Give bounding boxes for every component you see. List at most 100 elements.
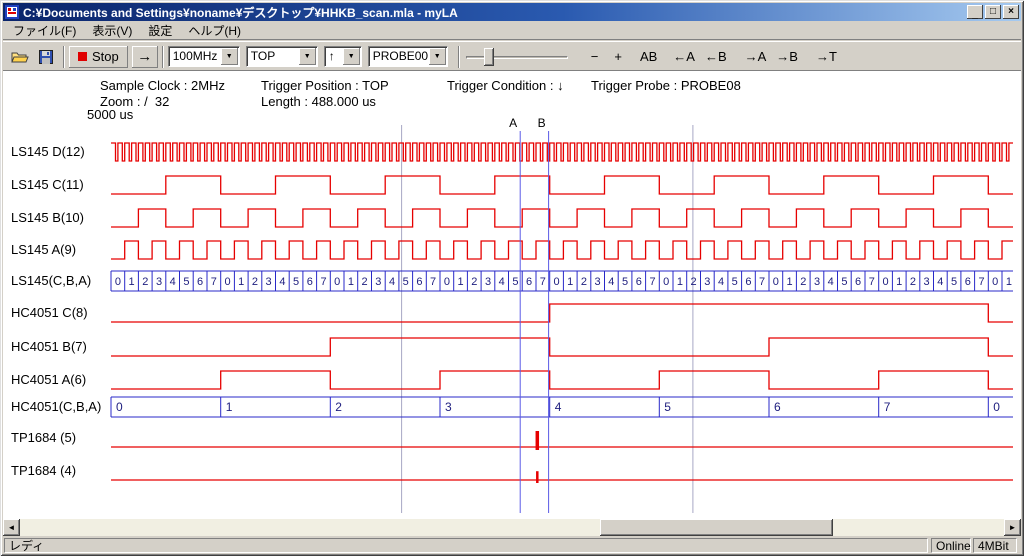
waveform-trace: [111, 209, 1013, 227]
menu-item-view[interactable]: 表示(V): [84, 21, 140, 40]
bus-segment-label: 5: [841, 276, 847, 288]
bus-segment-label: 4: [389, 276, 395, 288]
run-arrow-icon: →: [137, 48, 152, 65]
channel-label: TP1684 (4): [11, 463, 76, 478]
open-file-button[interactable]: [7, 45, 33, 69]
app-window: C:¥Documents and Settings¥noname¥デスクトップ¥…: [0, 0, 1024, 556]
bus-segment-label: 0: [553, 276, 559, 288]
save-file-button[interactable]: [33, 45, 59, 69]
bus-segment-label: 2: [910, 276, 916, 288]
bus-segment-label: 3: [375, 276, 381, 288]
toolbar-separator: [63, 46, 65, 68]
bus-segment-label: 7: [759, 276, 765, 288]
bus-segment-label: 6: [636, 276, 642, 288]
waveform-trace: [111, 143, 1013, 161]
dropdown-arrow-icon[interactable]: ▼: [429, 48, 446, 65]
bus-segment-label: 2: [142, 276, 148, 288]
scroll-left-button[interactable]: ◄: [3, 519, 20, 536]
goto-cursor-b-button[interactable]: ←B: [700, 46, 732, 68]
cursor-ab-button[interactable]: AB: [635, 46, 662, 68]
trigger-position-select[interactable]: TOP ▼: [246, 46, 318, 67]
zoom-slider[interactable]: [464, 46, 570, 68]
toolbar-separator: [162, 46, 164, 68]
zoom-out-button[interactable]: −: [586, 46, 604, 68]
bus-segment-label: 4: [499, 276, 505, 288]
trigger-probe-value: PROBE00: [369, 47, 428, 66]
bus-segment-label: 0: [334, 276, 340, 288]
slider-groove: [466, 56, 568, 59]
bus-segment-label: 2: [362, 276, 368, 288]
channel-label: HC4051 A(6): [11, 372, 86, 387]
run-button[interactable]: →: [132, 46, 158, 68]
bus-segment-label: 2: [800, 276, 806, 288]
sample-clock-select[interactable]: 100MHz ▼: [168, 46, 240, 67]
channel-label: HC4051 B(7): [11, 339, 87, 354]
menu-item-settings[interactable]: 設定: [140, 21, 180, 40]
trigger-position-value: TOP: [247, 47, 298, 66]
channel-label: LS145(C,B,A): [11, 273, 91, 288]
set-cursor-b-button[interactable]: →B: [771, 46, 803, 68]
scroll-track[interactable]: [20, 519, 1004, 536]
dropdown-arrow-icon[interactable]: ▼: [343, 48, 360, 65]
bus-segment-label: 3: [266, 276, 272, 288]
slider-thumb[interactable]: [484, 48, 494, 66]
zoom-in-button[interactable]: +: [609, 46, 627, 68]
goto-trigger-button[interactable]: →T: [811, 46, 842, 68]
stop-button[interactable]: Stop: [69, 46, 128, 68]
trigger-probe-select[interactable]: PROBE00 ▼: [368, 46, 448, 67]
bus-segment-label: 3: [704, 276, 710, 288]
bus-segment-label: 5: [664, 400, 671, 414]
set-cursor-a-button[interactable]: →A: [740, 46, 772, 68]
bus-segment-label: 4: [828, 276, 834, 288]
titlebar[interactable]: C:¥Documents and Settings¥noname¥デスクトップ¥…: [3, 3, 1021, 21]
channel-label: HC4051(C,B,A): [11, 399, 101, 414]
bus-segment-label: 2: [252, 276, 258, 288]
minimize-button[interactable]: _: [967, 5, 983, 19]
status-ready: レディ: [4, 538, 928, 553]
waveform-trace: [111, 304, 1013, 322]
bus-segment-label: 7: [869, 276, 875, 288]
channel-label: LS145 C(11): [11, 177, 84, 192]
horizontal-scrollbar[interactable]: ◄ ►: [3, 519, 1021, 536]
bus-segment-label: 3: [156, 276, 162, 288]
maximize-button[interactable]: □: [985, 5, 1001, 19]
trigger-edge-select[interactable]: ↑ ▼: [324, 46, 362, 67]
menubar: ファイル(F) 表示(V) 設定 ヘルプ(H): [3, 22, 1021, 40]
bus-segment-label: 3: [924, 276, 930, 288]
dropdown-arrow-icon[interactable]: ▼: [299, 48, 316, 65]
bus-segment-label: 0: [224, 276, 230, 288]
waveform-canvas[interactable]: LS145 D(12)LS145 C(11)LS145 B(10)LS145 A…: [3, 115, 1019, 517]
toolbar-separator: [458, 46, 460, 68]
waveform-trace: [111, 176, 1013, 194]
close-button[interactable]: ×: [1003, 5, 1019, 19]
scroll-right-button[interactable]: ►: [1004, 519, 1021, 536]
bus-segment-label: 2: [691, 276, 697, 288]
bus-segment-label: 0: [993, 400, 1000, 414]
toolbar: Stop → 100MHz ▼ TOP ▼ ↑ ▼ PROBE00 ▼ − +: [3, 41, 1021, 71]
bus-segment-label: 2: [581, 276, 587, 288]
bus-segment-label: 6: [855, 276, 861, 288]
bus-segment-label: 0: [115, 276, 121, 288]
bus-segment-label: 0: [663, 276, 669, 288]
waveform-panel: Sample Clock : 2MHz Trigger Position : T…: [3, 71, 1021, 519]
dropdown-arrow-icon[interactable]: ▼: [221, 48, 238, 65]
goto-cursor-a-button[interactable]: ←A: [668, 46, 700, 68]
stop-label: Stop: [92, 49, 119, 64]
bus-segment-label: 5: [183, 276, 189, 288]
bus-segment-label: 0: [116, 400, 123, 414]
bus-segment-label: 1: [567, 276, 573, 288]
channel-label: LS145 B(10): [11, 210, 84, 225]
channel-label: LS145 D(12): [11, 144, 85, 159]
waveform-trace: [111, 371, 1013, 389]
menu-item-help[interactable]: ヘルプ(H): [180, 21, 249, 40]
trigger-position-info: Trigger Position : TOP: [261, 78, 389, 93]
trigger-edge-value: ↑: [325, 47, 342, 66]
bus-segment-label: 0: [773, 276, 779, 288]
bus-segment-label: 3: [595, 276, 601, 288]
window-title: C:¥Documents and Settings¥noname¥デスクトップ¥…: [23, 4, 965, 21]
scroll-thumb[interactable]: [600, 519, 833, 536]
bus-segment-label: 0: [882, 276, 888, 288]
bus-segment-label: 4: [170, 276, 176, 288]
bus-segment-label: 1: [458, 276, 464, 288]
menu-item-file[interactable]: ファイル(F): [5, 21, 84, 40]
